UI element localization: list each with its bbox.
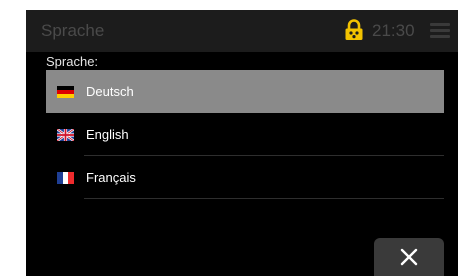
lock-icon <box>345 19 363 40</box>
language-option-deutsch[interactable]: Deutsch <box>46 70 444 113</box>
close-button[interactable] <box>374 238 444 276</box>
page-title: Sprache <box>41 21 105 40</box>
language-option-francais[interactable]: Français <box>46 156 444 199</box>
close-icon <box>400 248 418 266</box>
language-label: English <box>86 127 129 142</box>
flag-germany-icon <box>57 86 74 98</box>
flag-france-icon <box>57 172 74 184</box>
language-option-english[interactable]: English <box>46 113 444 156</box>
language-label: Français <box>86 170 136 185</box>
flag-uk-icon <box>57 129 74 141</box>
language-list: Deutsch English Français <box>46 70 444 199</box>
divider <box>84 198 444 199</box>
header-bar: Sprache 21:30 <box>26 10 458 52</box>
clock-time: 21:30 <box>372 21 415 40</box>
hamburger-menu-icon[interactable] <box>430 23 450 39</box>
section-label: Sprache: <box>46 54 99 69</box>
screen: Sprache 21:30 Sprache: Deutsch English F… <box>26 10 458 276</box>
language-label: Deutsch <box>86 84 134 99</box>
